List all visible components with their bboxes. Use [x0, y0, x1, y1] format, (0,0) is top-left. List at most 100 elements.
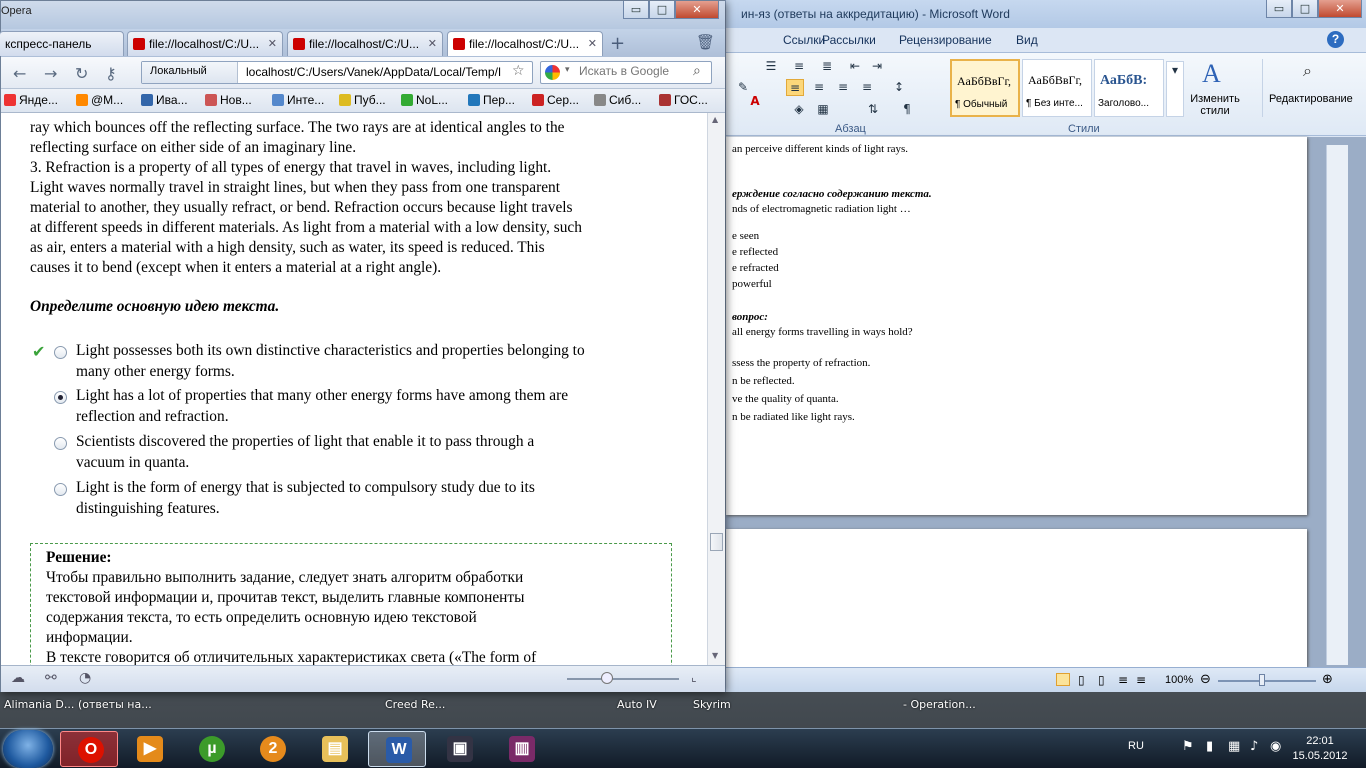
bullets-icon[interactable]: ☰: [762, 58, 780, 75]
search-input[interactable]: [579, 64, 707, 78]
align-left-icon[interactable]: ≡: [786, 79, 804, 96]
flag-icon[interactable]: ⚑: [1182, 739, 1194, 754]
bookmark-item[interactable]: Сер...: [532, 93, 579, 107]
close-tab-icon[interactable]: ✕: [588, 37, 597, 50]
help-icon[interactable]: ?: [1327, 31, 1344, 48]
reading-layout-icon[interactable]: ▯: [1078, 673, 1085, 687]
taskbar-winrar[interactable]: ▥: [492, 731, 550, 767]
align-center-icon[interactable]: ≡: [810, 79, 828, 96]
numbering-icon[interactable]: ≡: [790, 58, 808, 75]
taskbar-video-pro[interactable]: ▣: [430, 731, 488, 767]
bookmark-item[interactable]: Пуб...: [339, 93, 386, 107]
print-layout-icon[interactable]: [1056, 673, 1070, 686]
close-button[interactable]: ✕: [675, 1, 719, 19]
tray-app-icon[interactable]: ◉: [1270, 739, 1281, 754]
style-normal[interactable]: АаБбВвГг, ¶ Обычный: [950, 59, 1020, 117]
bookmark-item[interactable]: NoL...: [401, 93, 448, 107]
taskbar-utorrent[interactable]: µ: [182, 731, 240, 767]
maximize-button[interactable]: □: [1292, 0, 1318, 18]
line-spacing-icon[interactable]: ↕: [890, 79, 908, 96]
close-tab-icon[interactable]: ✕: [428, 37, 437, 50]
close-tab-icon[interactable]: ✕: [268, 37, 277, 50]
bookmark-item[interactable]: Ива...: [141, 93, 188, 107]
document-scrollbar[interactable]: [1326, 145, 1348, 665]
google-icon[interactable]: [545, 65, 560, 80]
taskbar-opera[interactable]: O: [60, 731, 118, 767]
share-icon[interactable]: ⚯: [45, 670, 57, 686]
justify-icon[interactable]: ≡: [858, 79, 876, 96]
search-field[interactable]: ▾ ⌕: [540, 61, 712, 84]
bookmark-item[interactable]: Сиб...: [594, 93, 641, 107]
pilcrow-icon[interactable]: ¶: [898, 101, 916, 118]
style-heading[interactable]: АаБбВ: Заголово...: [1094, 59, 1164, 117]
start-button[interactable]: [3, 730, 53, 768]
reload-icon[interactable]: ↻: [75, 64, 88, 83]
radio-button[interactable]: [54, 437, 67, 450]
taskbar-explorer[interactable]: ▤: [305, 731, 363, 767]
draft-icon[interactable]: ≡: [1136, 673, 1146, 687]
change-styles-button[interactable]: A Изменить стили: [1188, 59, 1242, 117]
bookmark-item[interactable]: Пер...: [468, 93, 515, 107]
document-page[interactable]: an perceive different kinds of light ray…: [726, 137, 1307, 515]
desktop-label[interactable]: Auto IV: [617, 698, 657, 711]
tab-speed-dial[interactable]: кспресс-панель: [0, 31, 124, 56]
maximize-button[interactable]: □: [649, 1, 675, 19]
borders-icon[interactable]: ▦: [814, 101, 832, 118]
scroll-down-icon[interactable]: ▼: [712, 651, 718, 660]
scroll-up-icon[interactable]: ▲: [712, 115, 718, 124]
styles-more-icon[interactable]: ▾: [1166, 61, 1184, 117]
bookmark-item[interactable]: ГОС...: [659, 93, 708, 107]
style-no-spacing[interactable]: АаБбВвГг, ¶ Без инте...: [1022, 59, 1092, 117]
close-button[interactable]: ✕: [1318, 0, 1362, 18]
zoom-level[interactable]: 100%: [1165, 674, 1193, 686]
zoom-thumb[interactable]: [1259, 674, 1265, 686]
zoom-slider[interactable]: [1218, 680, 1316, 682]
tab-file[interactable]: file://localhost/C:/U... ✕: [287, 31, 443, 56]
zoom-in-icon[interactable]: ⊕: [1322, 672, 1333, 687]
key-icon[interactable]: ⚷: [105, 64, 117, 83]
url-text[interactable]: localhost/C:/Users/Vanek/AppData/Local/T…: [246, 65, 508, 79]
search-icon[interactable]: ⌕: [693, 63, 701, 79]
outdent-icon[interactable]: ⇥: [868, 58, 886, 75]
taskbar-downloader[interactable]: 2: [243, 731, 301, 767]
opera-menu-button[interactable]: Opera: [1, 5, 32, 17]
clock[interactable]: 22:01 15.05.2012: [1292, 734, 1348, 764]
forward-icon[interactable]: →: [44, 64, 57, 83]
shading-icon[interactable]: ◈: [790, 101, 808, 118]
bookmark-item[interactable]: Инте...: [272, 93, 324, 107]
radio-button[interactable]: [54, 483, 67, 496]
bookmark-item[interactable]: Янде...: [4, 93, 58, 107]
power-icon[interactable]: ▮: [1206, 739, 1213, 754]
tab-file-active[interactable]: file://localhost/C:/U... ✕: [447, 31, 603, 56]
page-scrollbar[interactable]: ▲ ▼: [707, 113, 725, 665]
tab-file[interactable]: file://localhost/C:/U... ✕: [127, 31, 283, 56]
address-bar[interactable]: Локальный localhost/C:/Users/Vanek/AppDa…: [141, 61, 533, 84]
network-icon[interactable]: ▦: [1228, 739, 1240, 754]
minimize-button[interactable]: ▭: [623, 1, 649, 19]
align-right-icon[interactable]: ≡: [834, 79, 852, 96]
document-page[interactable]: [726, 529, 1307, 667]
back-icon[interactable]: ←: [13, 64, 26, 83]
font-color-icon[interactable]: A: [746, 93, 764, 110]
trash-icon[interactable]: 🗑: [696, 33, 715, 51]
taskbar-word[interactable]: W: [368, 731, 426, 767]
minimize-button[interactable]: ▭: [1266, 0, 1292, 18]
sort-icon[interactable]: ⇅: [864, 101, 882, 118]
volume-icon[interactable]: ♪: [1250, 739, 1258, 754]
desktop-label[interactable]: - Operation...: [903, 698, 976, 711]
site-info-badge[interactable]: Локальный: [142, 62, 238, 83]
speed-icon[interactable]: ◔: [79, 670, 91, 686]
indent-icon[interactable]: ⇤: [846, 58, 864, 75]
radio-button-selected[interactable]: [54, 391, 67, 404]
desktop-label[interactable]: (ответы на...: [78, 698, 152, 711]
editing-button[interactable]: ⌕ Редактирование: [1262, 59, 1362, 117]
taskbar-media-player[interactable]: ▶: [120, 731, 178, 767]
new-tab-icon[interactable]: +: [610, 33, 625, 54]
cloud-icon[interactable]: ☁: [11, 670, 25, 686]
desktop-label[interactable]: Alimania D...: [4, 698, 74, 711]
outline-icon[interactable]: ≡: [1118, 673, 1128, 687]
tab-view[interactable]: Вид: [1016, 33, 1038, 47]
tab-references[interactable]: Ссылки: [783, 33, 825, 47]
desktop-label[interactable]: Creed Re...: [385, 698, 445, 711]
bookmark-star-icon[interactable]: ☆: [512, 63, 525, 79]
